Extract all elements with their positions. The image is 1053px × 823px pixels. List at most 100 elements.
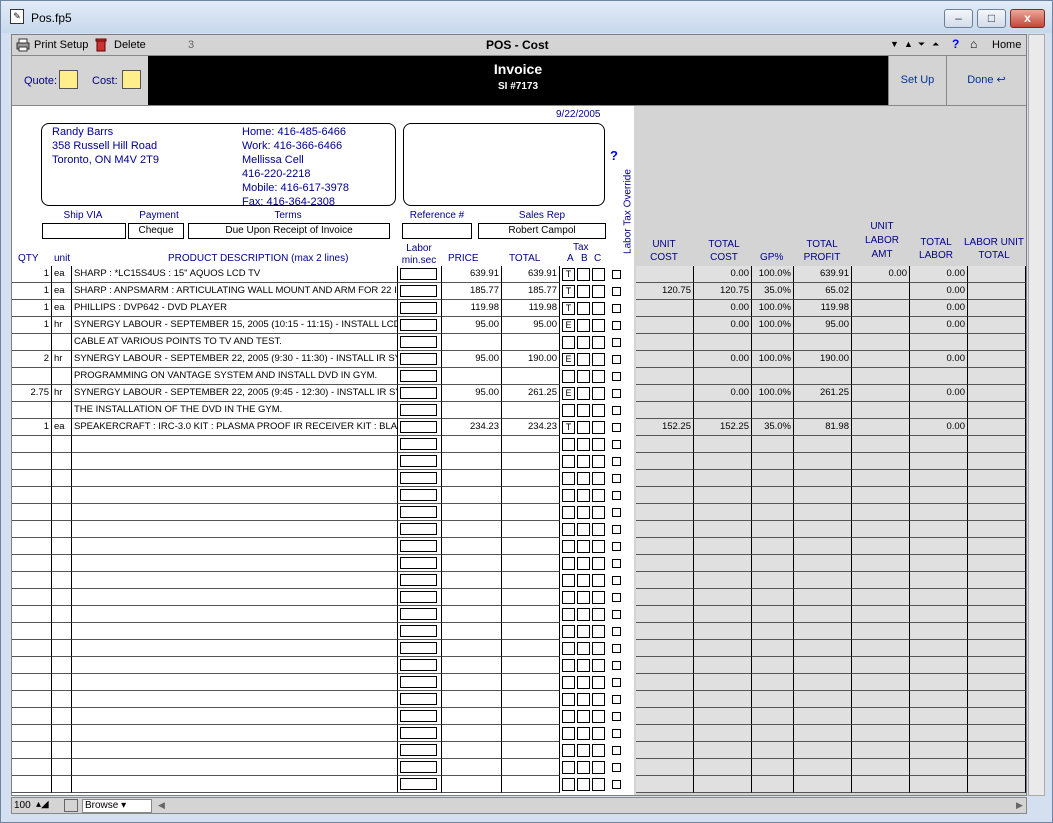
cell-tcost[interactable] — [694, 640, 752, 657]
cell-price[interactable]: 95.00 — [442, 385, 502, 402]
cell-total[interactable] — [502, 368, 560, 385]
cell-desc[interactable]: PROGRAMMING ON VANTAGE SYSTEM AND INSTAL… — [72, 368, 398, 385]
tax-a-checkbox[interactable] — [562, 744, 575, 757]
cell-tcost[interactable]: 0.00 — [694, 385, 752, 402]
cell-labor[interactable] — [398, 555, 442, 572]
cell-tcost[interactable] — [694, 708, 752, 725]
cell-profit[interactable] — [794, 674, 852, 691]
labor-tax-override-checkbox[interactable] — [612, 355, 621, 364]
cell-ucost[interactable] — [636, 674, 694, 691]
cell-tcost[interactable] — [694, 691, 752, 708]
cell-total[interactable] — [502, 572, 560, 589]
tax-a-checkbox[interactable] — [562, 506, 575, 519]
cell-profit[interactable]: 95.00 — [794, 317, 852, 334]
cell-lut[interactable] — [968, 555, 1026, 572]
cell-tcost[interactable]: 120.75 — [694, 283, 752, 300]
cell-ucost[interactable] — [636, 657, 694, 674]
cell-price[interactable] — [442, 589, 502, 606]
cell-ulabor[interactable] — [852, 436, 910, 453]
vertical-scrollbar[interactable] — [1028, 34, 1045, 796]
tax-b-checkbox[interactable] — [577, 693, 590, 706]
tax-c-checkbox[interactable] — [592, 268, 605, 281]
cell-tlabor[interactable] — [910, 742, 968, 759]
cell-desc[interactable]: CABLE AT VARIOUS POINTS TO TV AND TEST. — [72, 334, 398, 351]
cell-total[interactable] — [502, 691, 560, 708]
tax-b-checkbox[interactable] — [577, 353, 590, 366]
tax-c-checkbox[interactable] — [592, 319, 605, 332]
labor-tax-override-checkbox[interactable] — [612, 610, 621, 619]
cell-profit[interactable] — [794, 606, 852, 623]
labor-tax-override-checkbox[interactable] — [612, 491, 621, 500]
cell-ucost[interactable] — [636, 266, 694, 283]
tax-a-checkbox[interactable] — [562, 693, 575, 706]
cell-qty[interactable]: 1 — [12, 300, 52, 317]
cell-price[interactable] — [442, 402, 502, 419]
cell-tlabor[interactable] — [910, 453, 968, 470]
tax-b-checkbox[interactable] — [577, 710, 590, 723]
cell-total[interactable] — [502, 402, 560, 419]
cell-gp[interactable] — [752, 708, 794, 725]
cell-tcost[interactable] — [694, 589, 752, 606]
cell-ulabor[interactable] — [852, 521, 910, 538]
labor-tax-override-checkbox[interactable] — [612, 763, 621, 772]
trash-icon[interactable] — [94, 38, 108, 52]
tax-a-checkbox[interactable] — [562, 642, 575, 655]
notes-box[interactable] — [403, 123, 605, 206]
cell-desc[interactable] — [72, 555, 398, 572]
labor-tax-help-icon[interactable]: ? — [610, 148, 618, 163]
tax-b-checkbox[interactable] — [577, 642, 590, 655]
cell-total[interactable] — [502, 674, 560, 691]
cell-total[interactable] — [502, 436, 560, 453]
cell-desc[interactable] — [72, 742, 398, 759]
cell-unit[interactable]: ea — [52, 266, 72, 283]
cell-unit[interactable] — [52, 708, 72, 725]
cell-price[interactable] — [442, 776, 502, 793]
tax-b-checkbox[interactable] — [577, 523, 590, 536]
cell-tlabor[interactable]: 0.00 — [910, 419, 968, 436]
cell-tlabor[interactable] — [910, 334, 968, 351]
cell-lut[interactable] — [968, 317, 1026, 334]
cell-unit[interactable]: hr — [52, 317, 72, 334]
labor-tax-override-checkbox[interactable] — [612, 678, 621, 687]
cell-qty[interactable] — [12, 759, 52, 776]
tax-a-checkbox[interactable] — [562, 404, 575, 417]
cell-desc[interactable] — [72, 657, 398, 674]
cell-lut[interactable] — [968, 266, 1026, 283]
cell-labor[interactable] — [398, 657, 442, 674]
cell-qty[interactable] — [12, 538, 52, 555]
labor-tax-override-checkbox[interactable] — [612, 440, 621, 449]
labor-tax-override-checkbox[interactable] — [612, 270, 621, 279]
cell-price[interactable] — [442, 708, 502, 725]
cell-tcost[interactable]: 0.00 — [694, 300, 752, 317]
cell-ulabor[interactable] — [852, 640, 910, 657]
tax-b-checkbox[interactable] — [577, 591, 590, 604]
labor-tax-override-checkbox[interactable] — [612, 457, 621, 466]
cell-qty[interactable] — [12, 623, 52, 640]
cell-profit[interactable] — [794, 521, 852, 538]
cell-tlabor[interactable] — [910, 555, 968, 572]
cell-unit[interactable] — [52, 334, 72, 351]
cell-lut[interactable] — [968, 657, 1026, 674]
cell-labor[interactable] — [398, 623, 442, 640]
printer-icon[interactable] — [16, 38, 30, 52]
cell-ucost[interactable] — [636, 487, 694, 504]
cell-ucost[interactable] — [636, 589, 694, 606]
cell-desc[interactable] — [72, 725, 398, 742]
cell-qty[interactable] — [12, 368, 52, 385]
tax-b-checkbox[interactable] — [577, 727, 590, 740]
cell-labor[interactable] — [398, 453, 442, 470]
cell-labor[interactable] — [398, 725, 442, 742]
cell-total[interactable]: 119.98 — [502, 300, 560, 317]
cell-tlabor[interactable] — [910, 674, 968, 691]
cell-price[interactable] — [442, 759, 502, 776]
cell-profit[interactable] — [794, 623, 852, 640]
cell-profit[interactable]: 119.98 — [794, 300, 852, 317]
cell-labor[interactable] — [398, 742, 442, 759]
cell-unit[interactable] — [52, 572, 72, 589]
cell-profit[interactable]: 639.91 — [794, 266, 852, 283]
cell-price[interactable] — [442, 657, 502, 674]
cell-total[interactable] — [502, 640, 560, 657]
cell-lut[interactable] — [968, 691, 1026, 708]
cell-unit[interactable] — [52, 487, 72, 504]
cell-qty[interactable] — [12, 725, 52, 742]
